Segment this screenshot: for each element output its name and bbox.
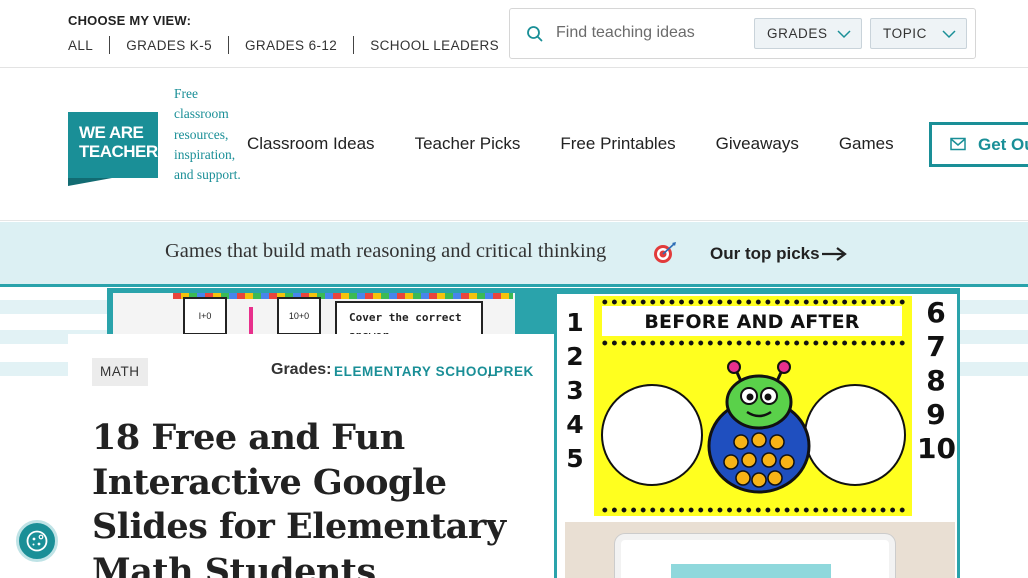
search-icon[interactable] <box>526 25 544 43</box>
category-badge[interactable]: MATH <box>92 358 148 386</box>
dot-border <box>600 507 906 513</box>
view-link-all[interactable]: ALL <box>68 38 93 53</box>
search-input[interactable] <box>556 19 746 47</box>
dot-border <box>600 299 906 305</box>
topic-dropdown[interactable]: TOPIC <box>870 18 967 49</box>
number-label: 8 <box>926 364 946 397</box>
logo-text: WE ARE TEACHERS <box>79 123 169 161</box>
arrow-right-icon[interactable] <box>821 247 847 261</box>
background-stripe <box>0 362 68 376</box>
view-link-school-leaders[interactable]: SCHOOL LEADERS <box>370 38 499 53</box>
number-label: 7 <box>926 330 946 363</box>
number-label: 10 <box>917 432 956 465</box>
grades-label: Grades: <box>271 361 332 378</box>
before-after-board: BEFORE AND AFTER <box>594 296 912 516</box>
nav-games[interactable]: Games <box>839 134 894 154</box>
topic-dropdown-label: TOPIC <box>883 26 928 41</box>
logo-tail <box>68 178 112 186</box>
choose-view-label: CHOOSE MY VIEW: <box>68 13 192 28</box>
search-form: GRADES TOPIC <box>509 8 976 59</box>
nav-teacher-picks[interactable]: Teacher Picks <box>415 134 521 154</box>
tablet-photo <box>565 522 955 578</box>
hero-image-left-panel: I+0 10+0 Cover the correct answer <box>113 293 515 337</box>
promo-banner: Games that build math reasoning and crit… <box>0 222 1028 284</box>
tablet-grid <box>671 564 831 578</box>
grades-dropdown[interactable]: GRADES <box>754 18 862 49</box>
site-header: WE ARE TEACHERS Free classroom resources… <box>0 68 1028 221</box>
promo-text: Games that build math reasoning and crit… <box>165 240 607 262</box>
floating-action-button[interactable] <box>16 520 58 562</box>
article-title: 18 Free and Fun Interactive Google Slide… <box>92 417 506 578</box>
logo-line-1: WE ARE <box>79 123 144 142</box>
nav-free-printables[interactable]: Free Printables <box>560 134 675 154</box>
number-label: 5 <box>566 444 584 473</box>
dart-target-icon <box>654 242 676 263</box>
nav-giveaways[interactable]: Giveaways <box>716 134 799 154</box>
main-nav: Classroom Ideas Teacher Picks Free Print… <box>247 134 894 154</box>
cover-text-line-1: Cover the correct <box>349 311 462 324</box>
numbers-right: 6 7 8 9 10 <box>917 296 956 466</box>
cookie-icon <box>26 530 48 552</box>
cover-answer-card: Cover the correct answer <box>335 301 483 337</box>
number-label: 6 <box>926 296 946 329</box>
board-title-panel: BEFORE AND AFTER <box>602 306 902 336</box>
divider <box>109 36 111 54</box>
utility-bar: CHOOSE MY VIEW: ALL GRADES K-5 GRADES 6-… <box>0 0 1028 68</box>
background-stripe <box>0 300 107 314</box>
divider <box>353 36 355 54</box>
view-link-grades-6-12[interactable]: GRADES 6-12 <box>245 38 337 53</box>
newsletter-button-label: Get Ou <box>978 135 1028 154</box>
pink-marker <box>249 307 253 337</box>
hero-image-right-panel: 1 2 3 4 5 BEFORE AND AFTER 6 7 8 9 10 <box>557 294 957 578</box>
number-label: 9 <box>926 398 946 431</box>
number-label: 4 <box>566 410 584 439</box>
newsletter-button[interactable]: Get Ou <box>929 122 1028 167</box>
view-link-grades-k-5[interactable]: GRADES K-5 <box>126 38 212 53</box>
view-links: ALL GRADES K-5 GRADES 6-12 SCHOOL LEADER… <box>68 36 499 54</box>
divider <box>228 36 230 54</box>
numbers-left: 1 2 3 4 5 <box>560 306 590 476</box>
site-tagline: Free classroom resources, inspiration, a… <box>174 86 241 183</box>
math-tile: I+0 <box>183 297 227 335</box>
background-stripe <box>960 330 1028 344</box>
number-label: 1 <box>566 308 584 337</box>
tablet-screen <box>615 534 895 578</box>
number-label: 3 <box>566 376 584 405</box>
logo-line-2: TEACHERS <box>79 142 169 161</box>
top-picks-link[interactable]: Our top picks <box>710 244 820 264</box>
article-card: MATH Grades: ELEMENTARY SCHOOL , PREK 18… <box>68 334 554 578</box>
math-tile: 10+0 <box>277 297 321 335</box>
chevron-down-icon <box>942 30 956 39</box>
grade-link-prek[interactable]: PREK <box>494 364 534 379</box>
grade-separator: , <box>487 363 491 379</box>
number-label: 2 <box>566 342 584 371</box>
grade-link-elementary[interactable]: ELEMENTARY SCHOOL <box>334 364 497 379</box>
chevron-down-icon <box>837 30 851 39</box>
mail-icon <box>950 137 966 151</box>
grades-dropdown-label: GRADES <box>767 26 828 41</box>
board-title: BEFORE AND AFTER <box>644 311 860 333</box>
background-stripe <box>960 362 1028 376</box>
answer-circle-left <box>601 384 703 486</box>
banner-divider <box>0 284 1028 287</box>
dot-border <box>600 340 906 346</box>
nav-classroom-ideas[interactable]: Classroom Ideas <box>247 134 375 154</box>
background-stripe <box>960 300 1028 314</box>
ladybug-illustration <box>707 360 811 494</box>
site-logo[interactable]: WE ARE TEACHERS <box>68 112 169 186</box>
